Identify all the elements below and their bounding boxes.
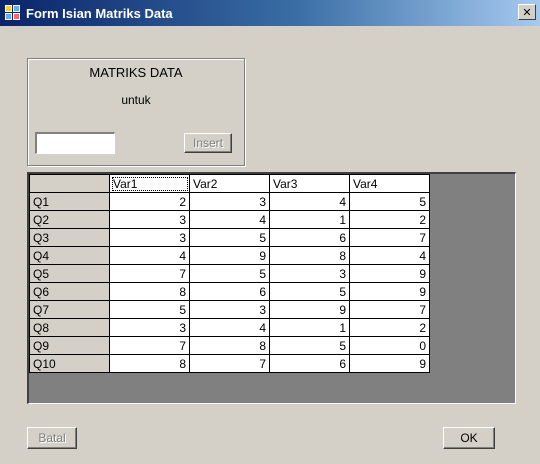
grid-cell[interactable]: 3 <box>269 264 350 283</box>
column-header[interactable]: Var3 <box>269 174 350 193</box>
table-row: Q2 3 4 1 2 <box>29 210 430 229</box>
form-app-icon <box>5 5 21 21</box>
ok-button[interactable]: OK <box>443 427 495 449</box>
grid-cell[interactable]: 7 <box>349 300 430 319</box>
grid-cell[interactable]: 5 <box>109 300 190 319</box>
grid-cell[interactable]: 6 <box>189 282 270 301</box>
grid-cell[interactable]: 3 <box>189 192 270 211</box>
row-header: Q6 <box>29 282 110 301</box>
grid-corner-cell <box>29 174 110 193</box>
row-header: Q5 <box>29 264 110 283</box>
table-row: Q7 5 3 9 7 <box>29 300 430 319</box>
panel-subtitle: untuk <box>121 93 151 107</box>
table-row: Q3 3 5 6 7 <box>29 228 430 247</box>
cancel-button[interactable]: Batal <box>27 427 77 449</box>
grid-cell[interactable]: 5 <box>189 228 270 247</box>
close-icon: ✕ <box>522 5 532 19</box>
data-grid[interactable]: Var1 Var2 Var3 Var4 Q1 2 3 4 5 Q2 3 4 1 … <box>27 172 516 404</box>
grid-cell[interactable]: 4 <box>189 318 270 337</box>
table-row: Q9 7 8 5 0 <box>29 336 430 355</box>
grid-cell[interactable]: 6 <box>269 354 350 373</box>
grid-cell[interactable]: 3 <box>189 300 270 319</box>
grid-cell[interactable]: 5 <box>349 192 430 211</box>
grid-cell[interactable]: 5 <box>189 264 270 283</box>
grid-cell[interactable]: 3 <box>109 318 190 337</box>
window-title: Form Isian Matriks Data <box>26 5 173 21</box>
grid-cell[interactable]: 8 <box>269 246 350 265</box>
grid-cell[interactable]: 5 <box>269 282 350 301</box>
title-bar: Form Isian Matriks Data ✕ <box>0 0 540 26</box>
row-header: Q2 <box>29 210 110 229</box>
grid-cell[interactable]: 6 <box>269 228 350 247</box>
matrix-input-panel: MATRIKS DATA untuk Insert <box>27 58 245 166</box>
grid-cell[interactable]: 7 <box>189 354 270 373</box>
column-header[interactable]: Var1 <box>109 174 190 193</box>
grid-cell[interactable]: 8 <box>189 336 270 355</box>
grid-cell[interactable]: 9 <box>349 354 430 373</box>
insert-button[interactable]: Insert <box>184 133 232 153</box>
grid-cell[interactable]: 0 <box>349 336 430 355</box>
grid-cell[interactable]: 5 <box>269 336 350 355</box>
table-row: Q5 7 5 3 9 <box>29 264 430 283</box>
grid-cell[interactable]: 4 <box>109 246 190 265</box>
grid-cell[interactable]: 4 <box>269 192 350 211</box>
panel-title: MATRIKS DATA <box>89 65 183 80</box>
grid-cell[interactable]: 1 <box>269 318 350 337</box>
grid-cell[interactable]: 3 <box>109 228 190 247</box>
matrix-name-input[interactable] <box>35 132 115 154</box>
header-row: Var1 Var2 Var3 Var4 <box>29 174 430 193</box>
grid-cell[interactable]: 8 <box>109 354 190 373</box>
row-header: Q4 <box>29 246 110 265</box>
grid-cell[interactable]: 7 <box>349 228 430 247</box>
column-header[interactable]: Var4 <box>349 174 430 193</box>
grid-cell[interactable]: 2 <box>349 210 430 229</box>
grid-cell[interactable]: 8 <box>109 282 190 301</box>
row-header: Q9 <box>29 336 110 355</box>
table-row: Q6 8 6 5 9 <box>29 282 430 301</box>
data-table: Var1 Var2 Var3 Var4 Q1 2 3 4 5 Q2 3 4 1 … <box>29 174 430 373</box>
column-header[interactable]: Var2 <box>189 174 270 193</box>
grid-cell[interactable]: 1 <box>269 210 350 229</box>
table-row: Q4 4 9 8 4 <box>29 246 430 265</box>
grid-cell[interactable]: 9 <box>349 264 430 283</box>
grid-cell[interactable]: 7 <box>109 264 190 283</box>
row-header: Q1 <box>29 192 110 211</box>
grid-cell[interactable]: 4 <box>349 246 430 265</box>
row-header: Q8 <box>29 318 110 337</box>
grid-cell[interactable]: 3 <box>109 210 190 229</box>
close-button[interactable]: ✕ <box>518 4 536 20</box>
grid-cell[interactable]: 9 <box>189 246 270 265</box>
grid-cell[interactable]: 2 <box>109 192 190 211</box>
table-row: Q10 8 7 6 9 <box>29 354 430 373</box>
table-row: Q8 3 4 1 2 <box>29 318 430 337</box>
grid-cell[interactable]: 2 <box>349 318 430 337</box>
table-row: Q1 2 3 4 5 <box>29 192 430 211</box>
row-header: Q10 <box>29 354 110 373</box>
row-header: Q3 <box>29 228 110 247</box>
grid-cell[interactable]: 9 <box>269 300 350 319</box>
row-header: Q7 <box>29 300 110 319</box>
grid-cell[interactable]: 9 <box>349 282 430 301</box>
grid-cell[interactable]: 4 <box>189 210 270 229</box>
grid-cell[interactable]: 7 <box>109 336 190 355</box>
